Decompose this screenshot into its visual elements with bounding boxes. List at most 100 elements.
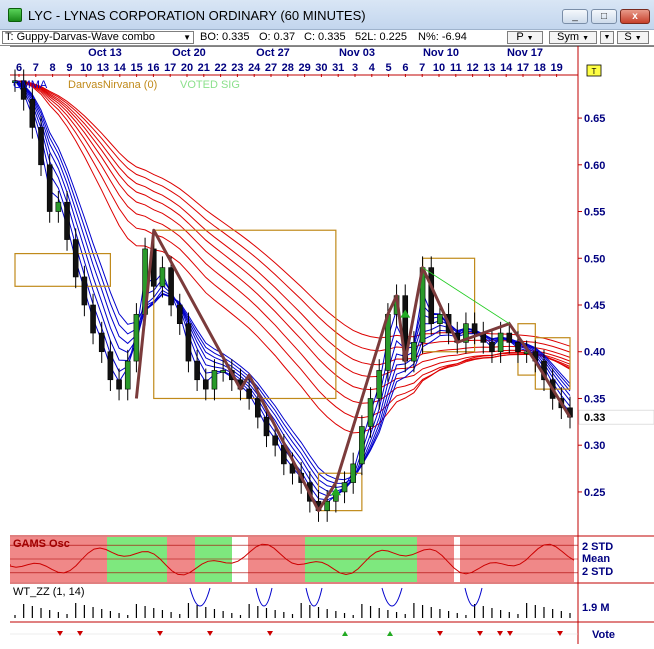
sell-vote-icon bbox=[57, 631, 63, 636]
chart-area[interactable]: Oct 13 Oct 20 Oct 27 Nov 03 Nov 10 Nov 17 6 7 8 9… bbox=[9, 45, 654, 644]
study-dropdown[interactable]: T: Guppy-Darvas-Wave combo ▼ bbox=[2, 31, 194, 44]
price-candle bbox=[176, 304, 183, 324]
osc-zone bbox=[305, 537, 417, 582]
sell-vote-icon bbox=[437, 631, 443, 636]
price-candle bbox=[72, 239, 79, 278]
day-label: 14 bbox=[500, 62, 513, 74]
sell-vote-icon bbox=[507, 631, 513, 636]
osc-level-label: Mean bbox=[582, 553, 610, 565]
day-label: 5 bbox=[386, 62, 392, 74]
chart-toolbar: T: Guppy-Darvas-Wave combo ▼ BO: 0.335 O… bbox=[0, 30, 654, 46]
price-candle bbox=[359, 426, 365, 465]
day-label: 16 bbox=[147, 62, 159, 74]
osc-level-label: 2 STD bbox=[582, 566, 613, 578]
price-candle bbox=[272, 435, 278, 446]
day-label: 22 bbox=[214, 62, 226, 74]
price-candle bbox=[506, 332, 513, 343]
month-label: Oct 20 bbox=[172, 47, 206, 59]
price-candle bbox=[220, 370, 226, 373]
osc-zone bbox=[167, 537, 195, 582]
day-label: 29 bbox=[298, 62, 310, 74]
toggle-button[interactable]: ▼ bbox=[600, 31, 614, 44]
day-label: 7 bbox=[419, 62, 425, 74]
day-label: 19 bbox=[550, 62, 562, 74]
close-button[interactable]: x bbox=[620, 9, 650, 24]
wave-panel-title: WT_ZZ (1, 14) bbox=[13, 586, 85, 598]
sell-vote-icon bbox=[557, 631, 563, 636]
price-candle bbox=[107, 351, 114, 381]
price-candle bbox=[159, 267, 166, 287]
price-candle bbox=[428, 267, 435, 324]
bo-readout: BO: 0.335 bbox=[200, 31, 250, 43]
day-label: 23 bbox=[231, 62, 243, 74]
price-candle bbox=[263, 416, 270, 437]
day-label: 13 bbox=[483, 62, 495, 74]
sell-vote-icon bbox=[267, 631, 273, 636]
price-tick-label: 0.55 bbox=[584, 207, 605, 219]
price-candle bbox=[341, 482, 348, 493]
price-candle bbox=[376, 370, 383, 399]
day-label: 9 bbox=[66, 62, 72, 74]
pct-readout: N%: -6.94 bbox=[418, 31, 467, 43]
close-readout: C: 0.335 bbox=[304, 31, 346, 43]
low52-readout: 52L: 0.225 bbox=[355, 31, 407, 43]
buy-vote-icon bbox=[342, 631, 348, 636]
legend-darvas: DarvasNirvana (0) bbox=[68, 79, 157, 91]
price-tick-label: 0.40 bbox=[584, 347, 605, 359]
day-label: 14 bbox=[114, 62, 127, 74]
window-title: LYC - LYNAS CORPORATION ORDINARY (60 MIN… bbox=[28, 8, 366, 23]
price-candle bbox=[81, 276, 88, 306]
price-candle bbox=[202, 379, 209, 390]
period-button[interactable]: P ▼ bbox=[507, 31, 543, 44]
osc-zone bbox=[248, 537, 305, 582]
price-tick-label: 0.45 bbox=[584, 300, 605, 312]
price-tick-label: 0.60 bbox=[584, 160, 605, 172]
sell-vote-icon bbox=[477, 631, 483, 636]
price-candle bbox=[246, 388, 252, 399]
minimize-button[interactable]: _ bbox=[562, 9, 588, 24]
price-candle bbox=[324, 500, 330, 511]
day-label: 21 bbox=[198, 62, 210, 74]
maximize-button[interactable]: □ bbox=[591, 9, 617, 24]
day-label: 10 bbox=[80, 62, 92, 74]
month-label: Oct 27 bbox=[256, 47, 290, 59]
day-label: 17 bbox=[517, 62, 529, 74]
volume-scale-label: 1.9 M bbox=[582, 602, 610, 614]
price-candle bbox=[168, 267, 174, 306]
trend-marker-glyph: T bbox=[592, 67, 597, 76]
price-candle bbox=[133, 314, 140, 362]
wave-curve bbox=[464, 587, 483, 607]
osc-zone bbox=[460, 537, 574, 582]
price-candle bbox=[255, 398, 261, 418]
day-label: 31 bbox=[332, 62, 344, 74]
day-label: 10 bbox=[433, 62, 445, 74]
day-label: 3 bbox=[352, 62, 358, 74]
price-tick-label: 0.50 bbox=[584, 253, 605, 265]
chevron-down-icon: ▼ bbox=[526, 35, 534, 42]
day-label: 12 bbox=[466, 62, 478, 74]
day-label: 18 bbox=[534, 62, 546, 74]
wave-curve bbox=[381, 587, 403, 607]
price-candle bbox=[90, 304, 96, 334]
price-candle bbox=[185, 323, 192, 362]
day-label: 27 bbox=[265, 62, 277, 74]
symbol-button[interactable]: Sym ▼ bbox=[549, 31, 597, 44]
price-candle bbox=[46, 164, 53, 212]
price-chart[interactable]: Oct 13 Oct 20 Oct 27 Nov 03 Nov 10 Nov 176 7 8 9… bbox=[9, 45, 654, 644]
osc-zone bbox=[195, 537, 232, 582]
day-label: 6 bbox=[16, 62, 22, 74]
price-candle bbox=[116, 379, 122, 390]
study-set-button[interactable]: S ▼ bbox=[617, 31, 649, 44]
price-tick-label: 0.35 bbox=[584, 393, 605, 405]
price-candle bbox=[489, 342, 495, 353]
sell-vote-icon bbox=[77, 631, 83, 636]
day-label: 28 bbox=[282, 62, 294, 74]
price-candle bbox=[124, 360, 131, 390]
price-candle bbox=[29, 99, 36, 128]
period-button-label: P bbox=[516, 31, 524, 43]
sell-vote-icon bbox=[497, 631, 503, 636]
day-label: 13 bbox=[97, 62, 109, 74]
month-label: Nov 17 bbox=[507, 47, 543, 59]
buy-vote-icon bbox=[387, 631, 393, 636]
osc-level-label: 2 STD bbox=[582, 541, 613, 553]
